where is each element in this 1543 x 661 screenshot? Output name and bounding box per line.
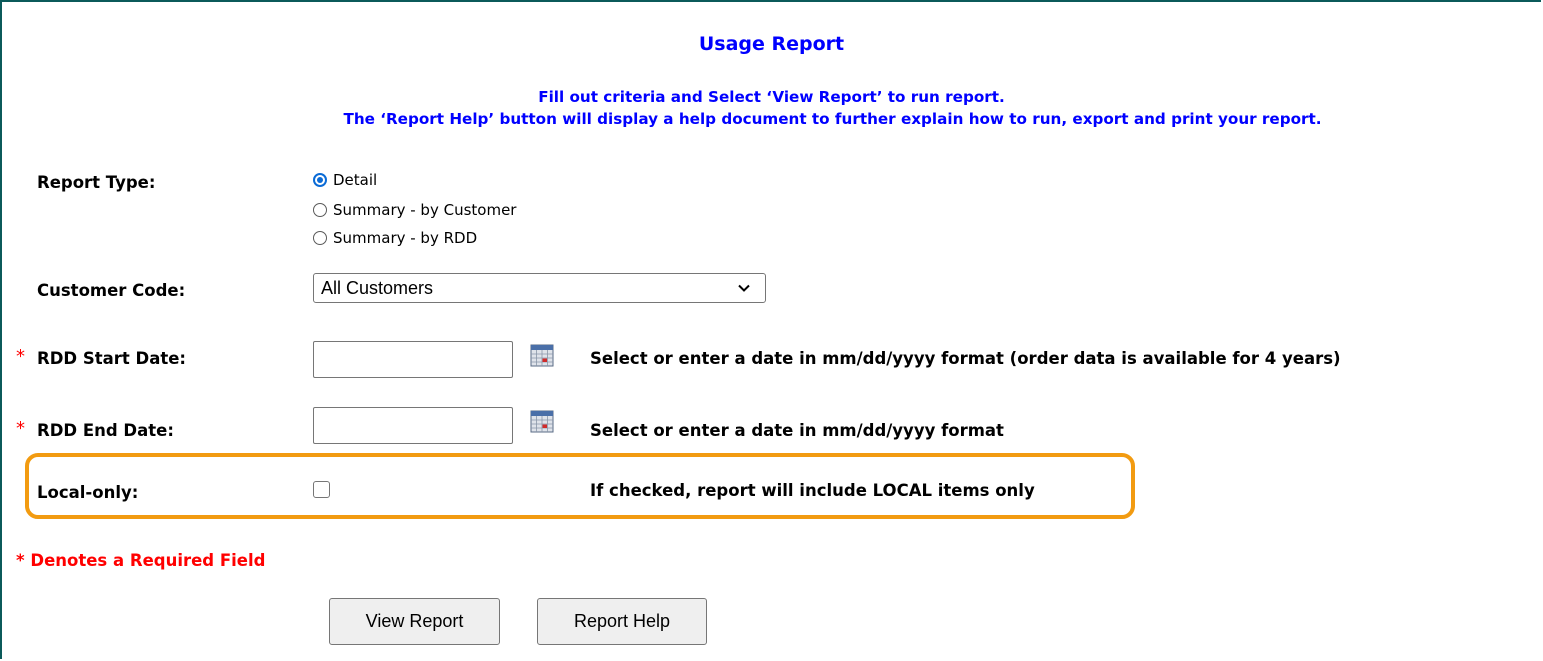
local-only-label: Local-only: [37, 483, 139, 502]
view-report-button[interactable]: View Report [329, 598, 500, 645]
radio-option-detail[interactable]: Detail [313, 171, 377, 189]
report-type-label: Report Type: [37, 173, 156, 192]
calendar-icon[interactable] [530, 343, 554, 367]
calendar-icon[interactable] [530, 409, 554, 433]
page-title: Usage Report [698, 33, 845, 55]
radio-detail-label: Detail [333, 171, 378, 189]
radio-summary-rdd-label: Summary - by RDD [333, 229, 478, 247]
radio-summary-customer-label: Summary - by Customer [333, 201, 517, 219]
radio-option-summary-customer[interactable]: Summary - by Customer [313, 201, 516, 219]
report-help-button[interactable]: Report Help [537, 598, 707, 645]
required-mark: * [16, 346, 25, 367]
instructions-line-1: Fill out criteria and Select ‘View Repor… [538, 88, 1005, 106]
local-only-checkbox[interactable] [313, 481, 330, 498]
rdd-start-label: RDD Start Date: [37, 349, 187, 368]
radio-summary-customer[interactable] [313, 203, 327, 217]
radio-option-summary-rdd[interactable]: Summary - by RDD [313, 229, 477, 247]
rdd-end-label: RDD End Date: [37, 421, 174, 440]
chevron-down-icon [738, 284, 750, 292]
rdd-end-input[interactable] [313, 407, 513, 444]
required-field-note: * Denotes a Required Field [16, 551, 266, 570]
customer-code-label: Customer Code: [37, 281, 186, 300]
rdd-end-hint: Select or enter a date in mm/dd/yyyy for… [590, 421, 1004, 440]
customer-code-select[interactable]: All Customers [313, 273, 766, 303]
radio-summary-rdd[interactable] [313, 231, 327, 245]
radio-detail[interactable] [313, 173, 327, 187]
required-mark: * [16, 418, 25, 439]
rdd-start-input[interactable] [313, 341, 513, 378]
customer-code-value: All Customers [321, 277, 434, 298]
instructions-line-2: The ‘Report Help’ button will display a … [343, 110, 1322, 128]
rdd-start-hint: Select or enter a date in mm/dd/yyyy for… [590, 349, 1341, 368]
local-only-hint: If checked, report will include LOCAL it… [590, 481, 1035, 500]
